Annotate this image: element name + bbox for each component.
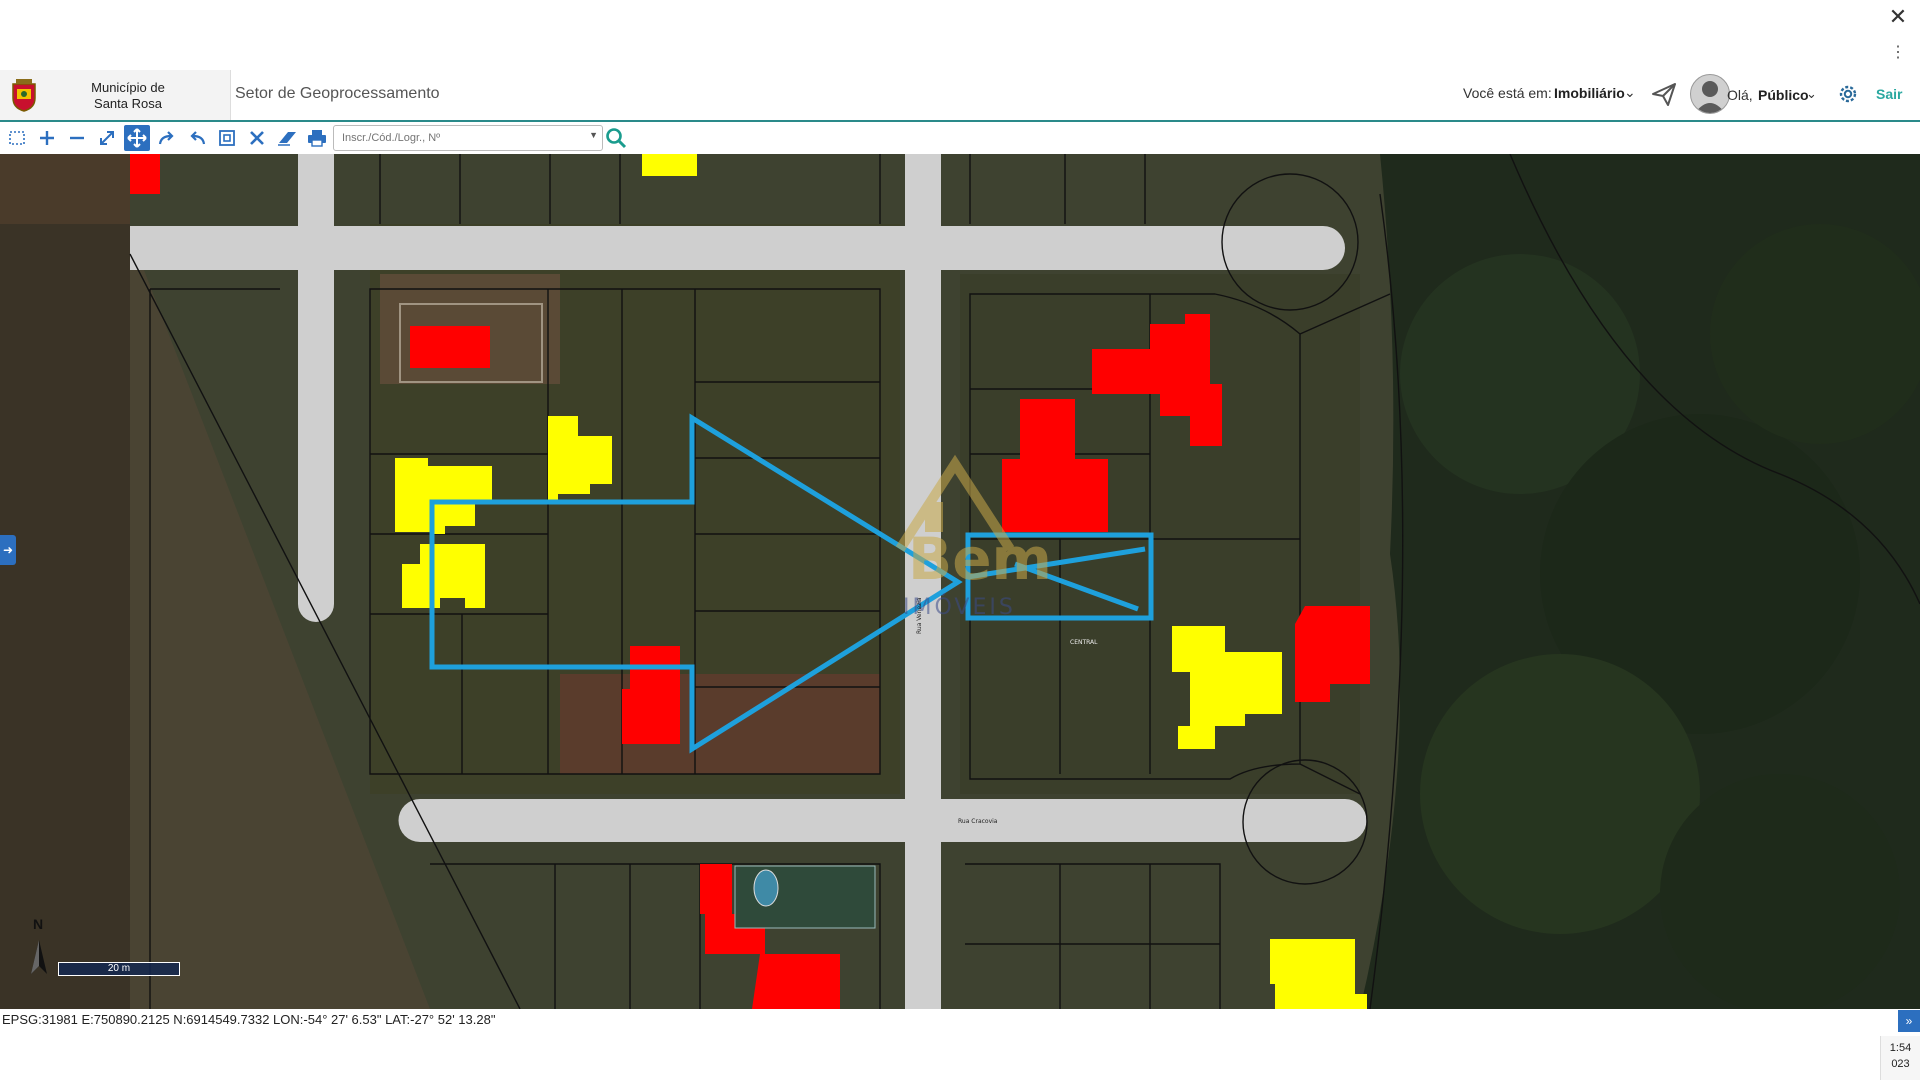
map-canvas[interactable]: Bem IMÓVEIS Rua Venezia Rua Cracovia CEN… — [0, 154, 1920, 1009]
chevron-down-icon[interactable]: ⌄ — [1624, 84, 1636, 101]
street-label: CENTRAL — [1070, 639, 1098, 646]
svg-text:Bem: Bem — [908, 525, 1052, 593]
clock-year: 023 — [1891, 1058, 1910, 1070]
clear-icon[interactable] — [244, 125, 270, 151]
window-top-bar — [0, 0, 1920, 71]
pan-icon[interactable] — [124, 125, 150, 151]
gear-icon[interactable] — [1836, 82, 1860, 106]
coordinate-readout: EPSG:31981 E:750890.2125 N:6914549.7332 … — [2, 1012, 496, 1027]
map-toolbar: ▼ — [0, 122, 1920, 154]
municipality-name: Município de Santa Rosa — [91, 80, 165, 111]
select-box-icon[interactable] — [4, 125, 30, 151]
aerial-imagery: Bem IMÓVEIS Rua Venezia Rua Cracovia CEN… — [0, 154, 1920, 1009]
user-silhouette-icon — [1695, 81, 1725, 113]
full-extent-icon[interactable] — [94, 125, 120, 151]
location-selector[interactable]: Imobiliário — [1554, 85, 1625, 101]
municipality-logo-block[interactable]: Município de Santa Rosa — [0, 70, 231, 120]
logout-link[interactable]: Sair — [1876, 86, 1902, 102]
scale-bar: 20 m — [58, 962, 180, 976]
street-label: Rua Venezia — [916, 597, 923, 634]
undo-icon[interactable] — [184, 125, 210, 151]
eraser-icon[interactable] — [274, 125, 300, 151]
app-header: Município de Santa Rosa Setor de Geoproc… — [0, 70, 1920, 122]
caret-down-icon[interactable]: ▼ — [589, 130, 598, 140]
more-menu-icon[interactable]: ⋮ — [1884, 40, 1912, 66]
location-label: Você está em: — [1463, 85, 1552, 101]
close-icon[interactable]: ✕ — [1880, 2, 1916, 32]
zoom-window-icon[interactable] — [214, 125, 240, 151]
print-icon[interactable] — [304, 125, 330, 151]
zoom-in-icon[interactable] — [34, 125, 60, 151]
search-box: ▼ — [333, 125, 603, 151]
sector-title: Setor de Geoprocessamento — [235, 85, 440, 102]
right-panel-toggle[interactable]: » — [1898, 1010, 1920, 1032]
north-label: N — [33, 916, 44, 932]
clock: 1:54 023 — [1880, 1036, 1920, 1080]
greeting-text: Olá, — [1727, 87, 1753, 103]
search-input[interactable] — [340, 128, 574, 148]
north-arrow-icon — [31, 940, 47, 974]
avatar[interactable] — [1690, 74, 1730, 114]
left-panel-toggle[interactable]: ➜ — [0, 535, 16, 565]
street-label: Rua Cracovia — [958, 818, 998, 825]
zoom-out-icon[interactable] — [64, 125, 90, 151]
send-icon[interactable] — [1650, 80, 1678, 108]
clock-time: 1:54 — [1889, 1042, 1912, 1054]
coat-of-arms-icon — [12, 79, 36, 112]
redo-icon[interactable] — [154, 125, 180, 151]
search-icon[interactable] — [604, 126, 628, 150]
chevron-down-icon[interactable]: ⌄ — [1806, 86, 1817, 102]
user-menu[interactable]: Público — [1758, 87, 1809, 103]
